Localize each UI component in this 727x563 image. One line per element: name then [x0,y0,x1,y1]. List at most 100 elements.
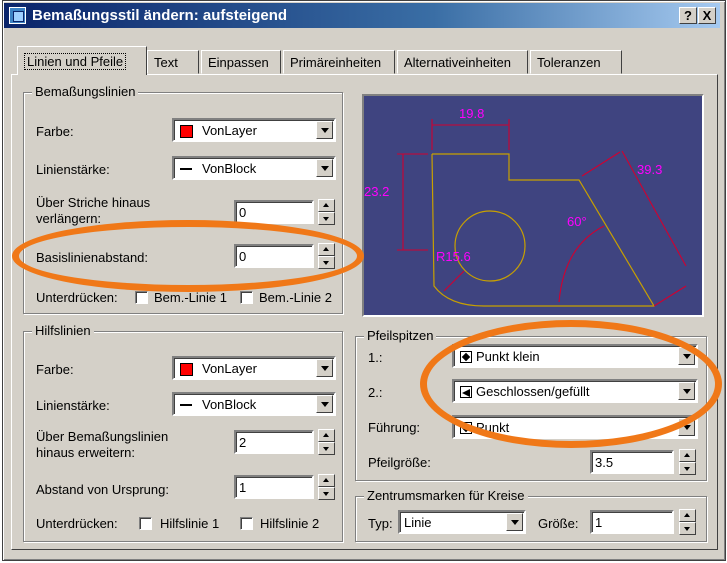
center-size-label: Größe: [538,516,579,531]
first-arrow-label: 1.: [368,350,383,365]
line-sample-icon [180,404,192,406]
tab-label: Toleranzen [537,55,601,70]
ext-extend-label: Über Bemaßungslinien [36,429,169,444]
spin-up-icon[interactable] [679,449,696,462]
preview-circle [454,210,526,282]
arrow-size-label: Pfeilgröße: [368,455,431,470]
spin-down-icon[interactable] [318,442,335,455]
spin-down-icon[interactable] [318,212,335,225]
dimension-label-angle: 60° [567,214,587,229]
tab-toleranzen[interactable]: Toleranzen [530,50,622,74]
ext-extend-spinner[interactable] [318,429,335,455]
tab-label: Linien und Pfeile [24,53,127,70]
suppress-dimline1-checkbox[interactable] [135,291,148,304]
spin-up-icon[interactable] [679,509,696,522]
leader-label: Führung: [368,420,421,435]
select-value: Linie [404,515,432,530]
dropdown-arrow-icon[interactable] [316,359,333,377]
window-title: Bemaßungsstil ändern: aufsteigend [32,7,288,24]
spin-down-icon[interactable] [679,462,696,475]
dropdown-arrow-icon[interactable] [316,395,333,413]
group-title: Zentrumsmarken für Kreise [364,488,528,503]
tab-primaereinheiten[interactable]: Primäreinheiten [283,50,395,74]
highlight-oval [12,220,364,292]
center-size-input[interactable]: 1 [590,510,674,534]
origin-offset-spinner[interactable] [318,474,335,500]
dim-extend-label: Über Striche hinaus [36,195,151,210]
tab-alternativeinheiten[interactable]: Alternativeinheiten [397,50,528,74]
tab-linien-und-pfeile[interactable]: Linien und Pfeile [17,46,147,75]
spin-down-icon[interactable] [318,487,335,500]
ext-suppress-label: Unterdrücken: [36,516,118,531]
center-type-label: Typ: [368,516,393,531]
input-value: 0 [239,205,247,220]
line-sample-icon [180,168,192,170]
dimension-label-left: 23.2 [364,184,389,199]
select-value: VonBlock [202,397,257,412]
dimension-label-radius: R15.6 [436,249,471,264]
red-swatch-icon [180,363,193,376]
input-value: 1 [239,480,247,495]
red-swatch-icon [180,125,193,138]
tab-text[interactable]: Text [147,50,199,74]
dimension-label-top: 19.8 [459,106,484,121]
spin-down-icon[interactable] [679,522,696,535]
dim-color-select[interactable]: VonLayer [172,118,336,142]
preview-panel: 19.8 23.2 39.3 60° R15.6 [362,94,704,317]
dropdown-arrow-icon[interactable] [506,513,523,531]
origin-offset-input[interactable]: 1 [234,475,314,499]
help-button[interactable]: ? [679,7,697,24]
highlight-oval [420,320,722,448]
arrow-size-input[interactable]: 3.5 [590,450,674,474]
arrow-size-spinner[interactable] [679,449,696,475]
suppress-extline1-checkbox[interactable] [139,517,152,530]
center-size-spinner[interactable] [679,509,696,535]
dropdown-arrow-icon[interactable] [316,159,333,177]
dimension-preview-drawing: 19.8 23.2 39.3 60° R15.6 [364,106,687,307]
group-title: Hilfslinien [32,323,94,338]
dim-lineweight-select[interactable]: VonBlock [172,156,336,180]
dim-suppress-label: Unterdrücken: [36,290,118,305]
center-type-select[interactable]: Linie [398,510,526,534]
ext-lineweight-select[interactable]: VonBlock [172,392,336,416]
ext-color-label: Farbe: [36,362,74,377]
tab-label: Primäreinheiten [290,55,382,70]
input-value: 1 [595,515,603,530]
group-title: Pfeilspitzen [364,328,437,343]
origin-offset-label: Abstand von Ursprung: [36,482,169,497]
dim-extend-spinner[interactable] [318,199,335,225]
preview-geometry-outline [431,153,656,307]
ext-extend-label-2: hinaus erweitern: [36,445,135,460]
dropdown-arrow-icon[interactable] [316,121,333,139]
select-value: VonBlock [202,161,257,176]
suppress-dimline2-label: Bem.-Linie 2 [259,290,332,305]
group-title: Bemaßungslinien [32,84,139,99]
suppress-extline2-checkbox[interactable] [240,517,253,530]
app-icon [9,7,26,24]
tab-label: Einpassen [208,55,269,70]
dim-extend-input[interactable]: 0 [234,200,314,224]
dim-color-label: Farbe: [36,124,74,139]
suppress-extline2-label: Hilfslinie 2 [260,516,320,531]
ext-color-select[interactable]: VonLayer [172,356,336,380]
tab-label: Text [154,55,178,70]
tab-einpassen[interactable]: Einpassen [201,50,281,74]
select-value: VonLayer [202,361,257,376]
ext-lineweight-label: Linienstärke: [36,398,110,413]
second-arrow-label: 2.: [368,385,383,400]
dim-extend-label-2: verlängern: [36,211,102,226]
input-value: 2 [239,435,247,450]
dimension-label-right: 39.3 [637,162,662,177]
suppress-dimline2-checkbox[interactable] [240,291,253,304]
suppress-extline1-label: Hilfslinie 1 [160,516,220,531]
select-value: VonLayer [202,123,257,138]
close-button[interactable]: X [698,7,716,24]
dim-lineweight-label: Linienstärke: [36,162,110,177]
spin-up-icon[interactable] [318,199,335,212]
spin-up-icon[interactable] [318,429,335,442]
spin-up-icon[interactable] [318,474,335,487]
ext-extend-input[interactable]: 2 [234,430,314,454]
suppress-dimline1-label: Bem.-Linie 1 [154,290,227,305]
input-value: 3.5 [595,455,614,470]
title-bar[interactable]: Bemaßungsstil ändern: aufsteigend ? X [4,3,720,28]
